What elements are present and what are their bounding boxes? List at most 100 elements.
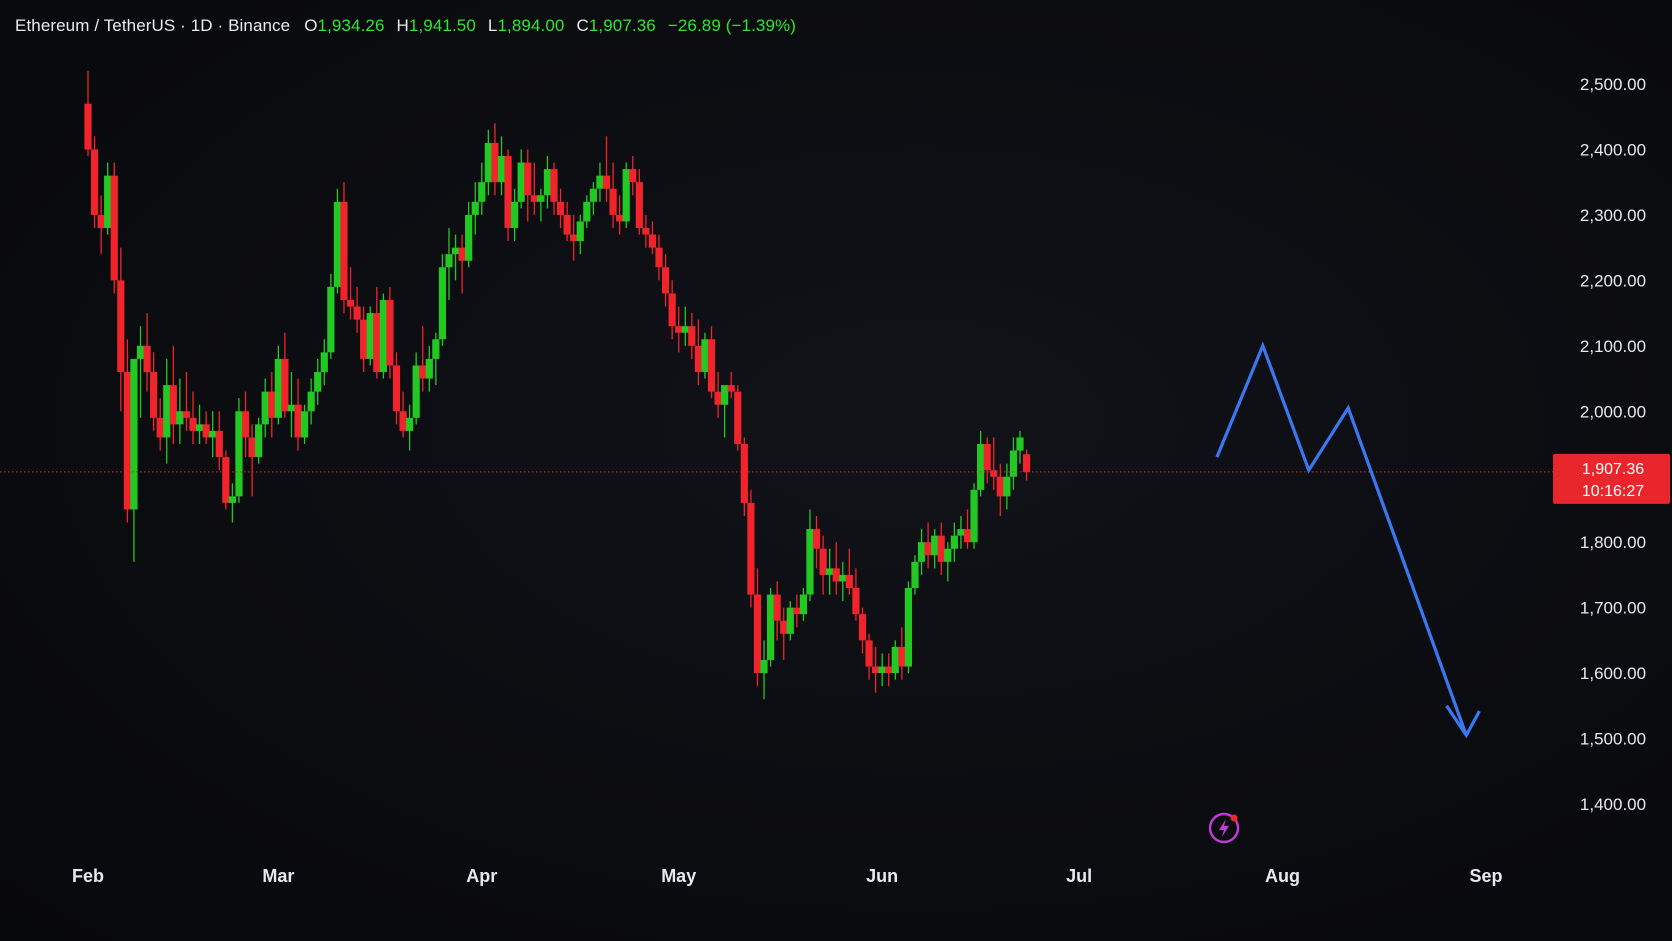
candle-body bbox=[524, 162, 532, 196]
candle bbox=[189, 391, 197, 444]
candle-body bbox=[451, 247, 460, 255]
candle-body bbox=[307, 391, 315, 412]
price-chart[interactable]: 2,500.00 2,400.00 2,300.00 2,200.00 2,100.00… bbox=[0, 0, 1672, 941]
price-label-countdown: 10:16:27 bbox=[1582, 483, 1644, 500]
candle bbox=[845, 548, 853, 595]
candle-body bbox=[1016, 437, 1024, 451]
candle bbox=[596, 162, 604, 202]
candle bbox=[766, 588, 775, 667]
candle bbox=[852, 568, 860, 621]
candle-body bbox=[504, 156, 512, 228]
candle bbox=[556, 188, 565, 228]
candle-body bbox=[281, 358, 289, 412]
candle-body bbox=[793, 607, 801, 615]
candle bbox=[235, 398, 243, 503]
candle-body bbox=[156, 417, 164, 438]
candle-body bbox=[576, 221, 584, 242]
candle-body bbox=[616, 214, 624, 222]
forecast-layer bbox=[1215, 341, 1481, 739]
candle-body bbox=[136, 345, 145, 359]
candle-body bbox=[406, 417, 414, 431]
candle-body bbox=[150, 372, 158, 418]
candle-body bbox=[215, 430, 223, 458]
candle-body bbox=[970, 489, 978, 543]
candle-body bbox=[714, 391, 722, 405]
candle bbox=[491, 123, 499, 196]
candle-body bbox=[1022, 454, 1031, 472]
candle bbox=[327, 273, 335, 359]
candle-body bbox=[904, 588, 913, 667]
y-tick-label: 1,500.00 bbox=[1580, 730, 1646, 749]
candle bbox=[550, 162, 558, 215]
candle-body bbox=[858, 614, 867, 641]
x-axis[interactable]: Feb Mar Apr May Jun Jul Aug Sep bbox=[72, 866, 1503, 886]
candle-body bbox=[373, 313, 381, 372]
candle-body bbox=[320, 352, 328, 372]
candle-body bbox=[419, 365, 427, 379]
candle-body bbox=[163, 385, 171, 438]
candle-body bbox=[786, 607, 794, 634]
candle-body bbox=[176, 411, 184, 425]
candle bbox=[773, 581, 781, 641]
candle-body bbox=[812, 529, 821, 549]
candle bbox=[944, 542, 952, 582]
candle bbox=[819, 535, 827, 595]
candle bbox=[543, 156, 552, 209]
candle-body bbox=[773, 594, 781, 621]
candle-body bbox=[694, 345, 702, 372]
candle-body bbox=[360, 319, 368, 359]
candle bbox=[346, 267, 355, 320]
candle bbox=[117, 247, 125, 412]
candle-body bbox=[97, 214, 105, 228]
price-label-group: 1,907.36 10:16:27 bbox=[1553, 453, 1670, 504]
candle bbox=[963, 509, 972, 549]
candle bbox=[366, 306, 374, 366]
candle bbox=[406, 404, 414, 451]
candle-body bbox=[491, 142, 499, 183]
candle bbox=[727, 372, 735, 399]
candle-body bbox=[1003, 476, 1011, 497]
candle bbox=[661, 254, 670, 307]
candle bbox=[990, 437, 998, 490]
candle bbox=[123, 339, 131, 523]
x-tick-label: May bbox=[661, 866, 696, 886]
candle bbox=[707, 326, 716, 399]
candle-body bbox=[478, 182, 486, 202]
candle-body bbox=[872, 666, 880, 674]
candle-body bbox=[143, 345, 151, 372]
candle-body bbox=[300, 411, 309, 438]
candle-body bbox=[845, 574, 853, 588]
candle bbox=[668, 280, 676, 340]
candle-body bbox=[622, 169, 630, 222]
candle-body bbox=[104, 175, 112, 228]
candle bbox=[734, 385, 742, 451]
lightning-alert-icon[interactable] bbox=[1208, 812, 1240, 844]
candle-body bbox=[458, 247, 466, 261]
candle-body bbox=[432, 339, 440, 359]
chart-root[interactable]: Ethereum / TetherUS · 1D · Binance O 1,9… bbox=[0, 0, 1672, 941]
lightning-bolt-icon bbox=[1219, 819, 1229, 837]
candle bbox=[195, 404, 204, 444]
candle-body bbox=[550, 169, 558, 202]
candle-body bbox=[537, 195, 545, 202]
y-tick-label: 1,400.00 bbox=[1580, 795, 1646, 814]
candle-body bbox=[583, 201, 591, 222]
candle bbox=[878, 653, 886, 687]
candle bbox=[891, 640, 899, 680]
candle bbox=[753, 568, 762, 687]
candle bbox=[589, 182, 597, 215]
candle-body bbox=[727, 385, 735, 392]
candle bbox=[340, 182, 348, 314]
candle-body bbox=[123, 372, 131, 510]
candle-body bbox=[819, 548, 827, 575]
y-axis[interactable]: 2,500.00 2,400.00 2,300.00 2,200.00 2,100.00… bbox=[1580, 75, 1646, 814]
candle-body bbox=[760, 660, 768, 674]
forecast-path bbox=[1215, 341, 1468, 736]
candle bbox=[222, 450, 230, 510]
candle bbox=[937, 522, 945, 575]
candle bbox=[563, 201, 571, 242]
candle-body bbox=[287, 404, 296, 412]
candle bbox=[793, 594, 801, 628]
x-tick-label: Jul bbox=[1066, 866, 1092, 886]
candle bbox=[885, 653, 893, 687]
